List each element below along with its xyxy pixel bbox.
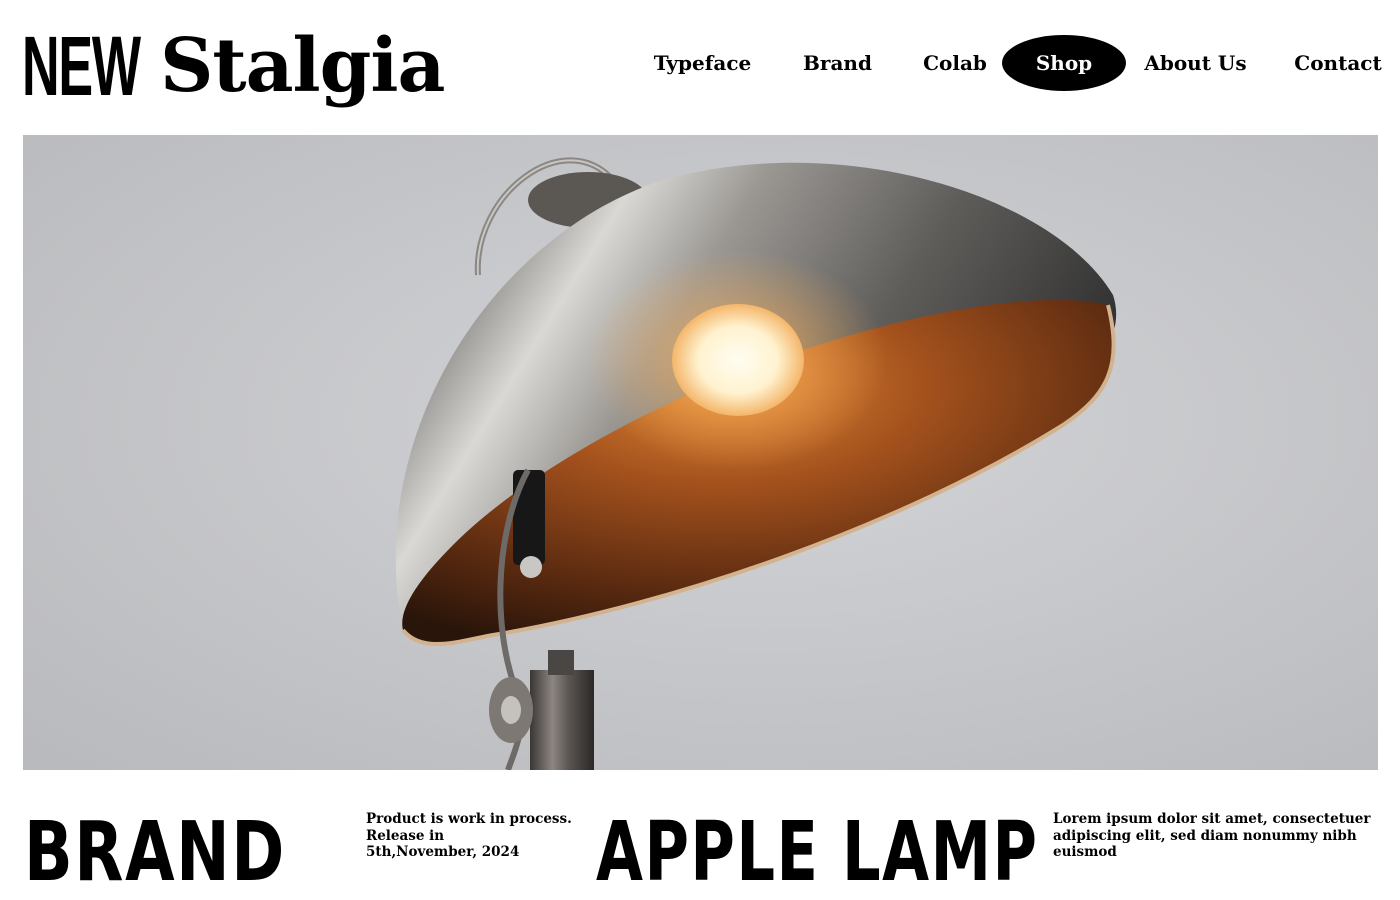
release-note-line: Release in — [366, 827, 445, 844]
main-nav: Typeface Brand Colab Shop About Us Conta… — [640, 35, 1400, 91]
nav-item-brand[interactable]: Brand — [785, 35, 890, 91]
product-description: Lorem ipsum dolor sit amet, consectetuer… — [1053, 811, 1371, 860]
product-heading: APPLE LAMP — [596, 805, 1039, 900]
nav-item-colab[interactable]: Colab — [910, 35, 1000, 91]
release-note: Product is work in process. Release in 5… — [366, 811, 581, 861]
logo-new-text: NEW — [22, 19, 141, 113]
release-date: 5th,November, 2024 — [366, 844, 520, 860]
nav-item-about-us[interactable]: About Us — [1140, 35, 1251, 91]
brand-heading: BRAND — [24, 805, 286, 900]
logo-stalgia-text: Stalgia — [159, 23, 445, 109]
nav-item-shop[interactable]: Shop — [1002, 35, 1126, 91]
brand-logo[interactable]: NEW Stalgia — [22, 14, 445, 113]
lamp-illustration — [23, 135, 1378, 770]
nav-item-contact[interactable]: Contact — [1290, 35, 1386, 91]
release-note-line: Product is work in process. — [366, 811, 572, 827]
nav-item-typeface[interactable]: Typeface — [640, 35, 765, 91]
hero-image — [23, 135, 1378, 770]
